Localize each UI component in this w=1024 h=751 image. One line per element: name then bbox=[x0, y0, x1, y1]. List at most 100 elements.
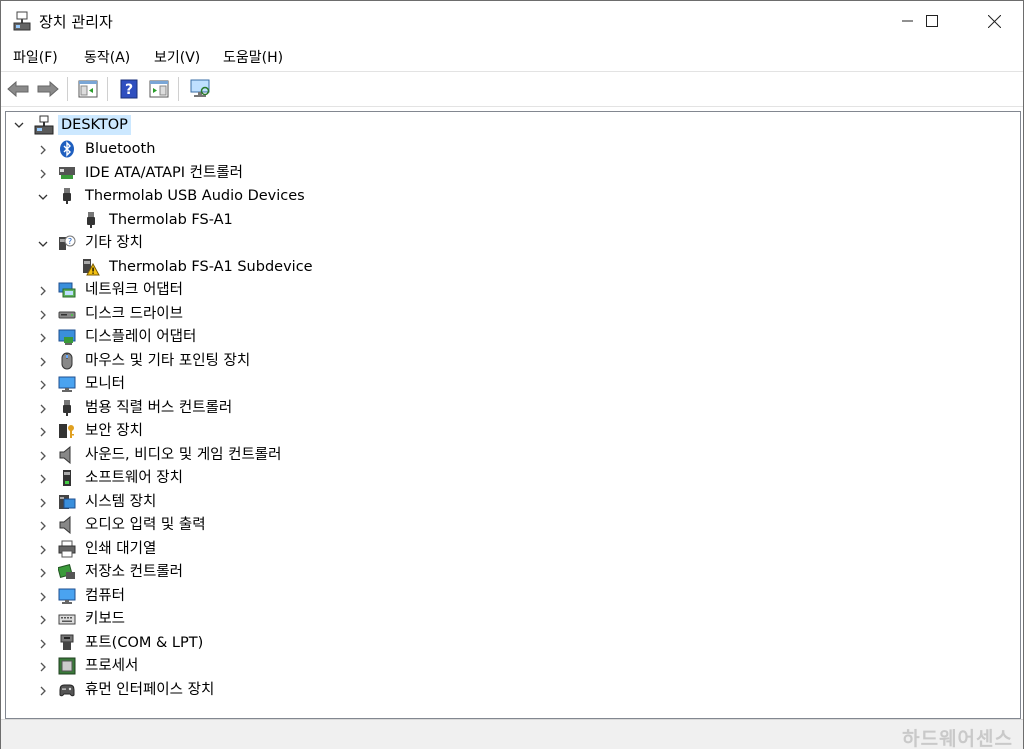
status-bar: 하드웨어센스 bbox=[1, 719, 1023, 750]
expand-chevron-icon[interactable] bbox=[38, 568, 48, 578]
tree-category-item[interactable]: 저장소 컨트롤러 bbox=[82, 562, 186, 582]
expand-chevron-icon[interactable] bbox=[38, 615, 48, 625]
menu-view[interactable]: 보기(V) bbox=[154, 47, 200, 67]
expand-chevron-icon[interactable] bbox=[38, 451, 48, 461]
title-bar[interactable]: 장치 관리자 bbox=[1, 1, 1023, 41]
tree-root-label[interactable]: DESKTOP bbox=[58, 115, 131, 135]
forward-icon[interactable] bbox=[37, 78, 59, 100]
disk-drive-icon[interactable] bbox=[58, 305, 76, 323]
usb-plug-icon[interactable] bbox=[58, 187, 76, 205]
tree-category-item[interactable]: 오디오 입력 및 출력 bbox=[82, 515, 209, 535]
usb-controller-icon[interactable] bbox=[58, 399, 76, 417]
expand-chevron-icon[interactable] bbox=[38, 169, 48, 179]
toolbar-separator bbox=[107, 77, 108, 101]
tree-category-item[interactable]: 디스크 드라이브 bbox=[82, 304, 186, 324]
expand-chevron-icon[interactable] bbox=[38, 427, 48, 437]
tree-category-item[interactable]: IDE ATA/ATAPI 컨트롤러 bbox=[82, 163, 246, 183]
tree-category-item[interactable]: 범용 직렬 버스 컨트롤러 bbox=[82, 398, 235, 418]
device-manager-app-icon bbox=[13, 11, 31, 31]
keyboard-icon[interactable] bbox=[58, 610, 76, 628]
expand-chevron-icon[interactable] bbox=[38, 545, 48, 555]
tree-category-item[interactable]: 보안 장치 bbox=[82, 421, 146, 441]
properties-panel-icon[interactable] bbox=[77, 78, 99, 100]
expand-chevron-icon[interactable] bbox=[38, 310, 48, 320]
device-manager-window: 장치 관리자 파일(F) 동작(A) 보기(V) 도움말(H) ? DESKTO… bbox=[0, 0, 1024, 750]
display-adapter-icon[interactable] bbox=[58, 328, 76, 346]
svg-text:?: ? bbox=[68, 237, 72, 246]
tree-category-item[interactable]: 기타 장치 bbox=[82, 233, 146, 253]
tree-category-item[interactable]: 디스플레이 어댑터 bbox=[82, 327, 199, 347]
collapse-chevron-icon[interactable] bbox=[38, 192, 48, 202]
printer-icon[interactable] bbox=[58, 540, 76, 558]
back-icon[interactable] bbox=[7, 78, 29, 100]
processor-icon[interactable] bbox=[58, 657, 76, 675]
expand-chevron-icon[interactable] bbox=[38, 592, 48, 602]
tree-category-item[interactable]: Thermolab USB Audio Devices bbox=[82, 186, 308, 206]
security-device-icon[interactable] bbox=[58, 422, 76, 440]
menu-help[interactable]: 도움말(H) bbox=[223, 47, 283, 67]
menu-action[interactable]: 동작(A) bbox=[84, 47, 130, 67]
collapse-chevron-icon[interactable] bbox=[38, 239, 48, 249]
bluetooth-icon[interactable] bbox=[58, 140, 76, 158]
tree-category-item[interactable]: Bluetooth bbox=[82, 139, 158, 159]
tree-category-item[interactable]: 컴퓨터 bbox=[82, 586, 128, 606]
toolbar-separator bbox=[178, 77, 179, 101]
expand-chevron-icon[interactable] bbox=[38, 380, 48, 390]
action-pane-icon[interactable] bbox=[148, 78, 170, 100]
expand-chevron-icon[interactable] bbox=[38, 286, 48, 296]
port-icon[interactable] bbox=[58, 634, 76, 652]
close-button[interactable] bbox=[971, 1, 1017, 41]
toolbar-separator bbox=[67, 77, 68, 101]
svg-text:?: ? bbox=[125, 82, 133, 98]
scan-hardware-icon[interactable] bbox=[189, 78, 211, 100]
menu-file[interactable]: 파일(F) bbox=[13, 47, 58, 67]
speaker-icon[interactable] bbox=[58, 515, 76, 535]
storage-controller-icon[interactable] bbox=[57, 563, 76, 581]
menu-bar: 파일(F) 동작(A) 보기(V) 도움말(H) bbox=[1, 42, 1023, 70]
expand-chevron-icon[interactable] bbox=[38, 404, 48, 414]
watermark-text: 하드웨어센스 bbox=[902, 728, 1013, 750]
tree-category-item[interactable]: 네트워크 어댑터 bbox=[82, 280, 186, 300]
tree-category-item[interactable]: 마우스 및 기타 포인팅 장치 bbox=[82, 351, 253, 371]
computer-root-icon[interactable] bbox=[34, 115, 54, 135]
tree-category-item[interactable]: 시스템 장치 bbox=[82, 492, 159, 512]
warning-device-icon[interactable] bbox=[82, 258, 100, 276]
monitor-icon[interactable] bbox=[58, 375, 76, 393]
speaker-icon[interactable] bbox=[58, 445, 76, 464]
tree-category-item[interactable]: 휴먼 인터페이스 장치 bbox=[82, 680, 217, 700]
expand-chevron-icon[interactable] bbox=[38, 662, 48, 672]
expand-chevron-icon[interactable] bbox=[38, 639, 48, 649]
system-device-icon[interactable] bbox=[58, 493, 76, 511]
tree-category-item[interactable]: 프로세서 bbox=[82, 656, 141, 676]
tree-device-item[interactable]: Thermolab FS-A1 Subdevice bbox=[106, 257, 316, 277]
tree-category-item[interactable]: 사운드, 비디오 및 게임 컨트롤러 bbox=[82, 445, 284, 465]
expand-chevron-icon[interactable] bbox=[38, 474, 48, 484]
computer-icon[interactable] bbox=[58, 587, 76, 605]
expand-chevron-icon[interactable] bbox=[38, 686, 48, 696]
expand-chevron-icon[interactable] bbox=[38, 357, 48, 367]
window-title: 장치 관리자 bbox=[39, 13, 113, 31]
tree-category-item[interactable]: 모니터 bbox=[82, 374, 128, 394]
expand-chevron-icon[interactable] bbox=[38, 498, 48, 508]
collapse-chevron-icon[interactable] bbox=[14, 120, 24, 130]
maximize-button[interactable] bbox=[909, 1, 955, 41]
device-tree[interactable]: DESKTOP Bluetooth IDE ATA/ATAPI 컨트롤러 Therm… bbox=[5, 111, 1021, 719]
tree-category-item[interactable]: 포트(COM & LPT) bbox=[82, 633, 206, 653]
expand-chevron-icon[interactable] bbox=[38, 521, 48, 531]
usb-plug-icon[interactable] bbox=[82, 211, 100, 229]
hid-icon[interactable] bbox=[58, 681, 76, 699]
tree-category-item[interactable]: 인쇄 대기열 bbox=[82, 539, 159, 559]
toolbar-divider bbox=[1, 106, 1023, 107]
expand-chevron-icon[interactable] bbox=[38, 145, 48, 155]
unknown-device-icon[interactable]: ? bbox=[58, 234, 76, 252]
network-adapter-icon[interactable] bbox=[58, 281, 76, 299]
tree-category-item[interactable]: 키보드 bbox=[82, 609, 128, 629]
tree-device-item[interactable]: Thermolab FS-A1 bbox=[106, 210, 236, 230]
tree-category-item[interactable]: 소프트웨어 장치 bbox=[82, 468, 186, 488]
help-icon[interactable]: ? bbox=[118, 78, 140, 100]
software-device-icon[interactable] bbox=[58, 469, 76, 487]
ide-controller-icon[interactable] bbox=[58, 164, 76, 182]
expand-chevron-icon[interactable] bbox=[38, 333, 48, 343]
mouse-icon[interactable] bbox=[58, 352, 76, 370]
toolbar: ? bbox=[1, 72, 1023, 106]
